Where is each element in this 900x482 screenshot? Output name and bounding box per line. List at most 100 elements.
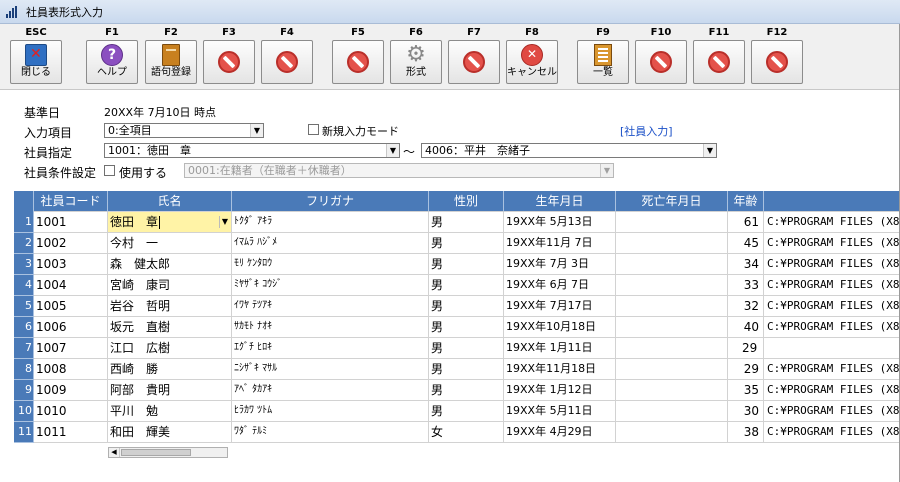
cell-birth[interactable]: 19XX年11月18日 [504,359,616,380]
column-header-kana[interactable]: フリガナ [232,191,429,212]
row-number[interactable]: 9 [14,380,34,401]
row-number[interactable]: 10 [14,401,34,422]
use-condition-checkbox[interactable] [104,165,115,176]
cell-age[interactable]: 38 [728,422,764,443]
f12-button[interactable] [751,40,803,84]
cell-death[interactable] [616,422,728,443]
cell-sex[interactable]: 女 [429,422,504,443]
cell-death[interactable] [616,401,728,422]
cell-kana[interactable]: ｱﾍﾞ ﾀｶｱｷ [232,380,429,401]
cell-death[interactable] [616,275,728,296]
cell-birth[interactable]: 19XX年 7月17日 [504,296,616,317]
cell-birth[interactable]: 19XX年 4月29日 [504,422,616,443]
table-row[interactable]: 3 1003 森 健太郎 ﾓﾘ ｹﾝﾀﾛｳ 男 19XX年 7月 3日 34 C… [14,254,900,275]
cell-code[interactable]: 1002 [34,233,108,254]
cell-birth[interactable]: 19XX年 7月 3日 [504,254,616,275]
cell-path[interactable]: C:¥PROGRAM FILES (X86) [764,254,900,275]
dropdown-arrow-icon[interactable]: ▼ [219,216,230,228]
f10-button[interactable] [635,40,687,84]
cell-birth[interactable]: 19XX年 6月 7日 [504,275,616,296]
table-row[interactable]: 4 1004 宮崎 康司 ﾐﾔｻﾞｷ ｺｳｼﾞ 男 19XX年 6月 7日 33… [14,275,900,296]
cell-age[interactable]: 29 [728,338,764,359]
new-mode-checkbox[interactable] [308,124,319,135]
column-header-path[interactable] [764,191,900,212]
cell-kana[interactable]: ｻｶﾓﾄ ﾅｵｷ [232,317,429,338]
cell-kana[interactable]: ｴｸﾞﾁ ﾋﾛｷ [232,338,429,359]
cell-kana[interactable]: ﾋﾗｶﾜ ﾂﾄﾑ [232,401,429,422]
cell-age[interactable]: 35 [728,380,764,401]
cell-path[interactable]: C:¥PROGRAM FILES (X86) [764,233,900,254]
cell-sex[interactable]: 男 [429,380,504,401]
cell-sex[interactable]: 男 [429,401,504,422]
cell-code[interactable]: 1007 [34,338,108,359]
cell-name[interactable]: 宮崎 康司 [108,275,232,296]
f5-button[interactable] [332,40,384,84]
column-header-name[interactable]: 氏名 [108,191,232,212]
cell-code[interactable]: 1005 [34,296,108,317]
cell-kana[interactable]: ﾄｸﾀﾞ ｱｷﾗ [232,212,429,233]
cell-age[interactable]: 45 [728,233,764,254]
dropdown-arrow-icon[interactable]: ▼ [600,164,613,177]
cell-name-editor[interactable]: 徳田 章 ▼ [108,212,232,233]
input-item-select[interactable]: 0:全項目 ▼ [104,123,264,138]
help-button[interactable]: ? ヘルプ [86,40,138,84]
cell-death[interactable] [616,233,728,254]
cell-name[interactable]: 坂元 直樹 [108,317,232,338]
cell-name[interactable]: 和田 輝美 [108,422,232,443]
cell-path[interactable]: C:¥PROGRAM FILES (X86) [764,359,900,380]
scroll-left-icon[interactable]: ◀ [109,448,120,457]
cell-code[interactable]: 1011 [34,422,108,443]
cell-path[interactable]: C:¥PROGRAM FILES (X86) [764,275,900,296]
cell-sex[interactable]: 男 [429,296,504,317]
dropdown-arrow-icon[interactable]: ▼ [386,144,399,157]
f3-button[interactable] [203,40,255,84]
f7-button[interactable] [448,40,500,84]
cell-name[interactable]: 森 健太郎 [108,254,232,275]
cell-kana[interactable]: ﾆｼｻﾞｷ ﾏｻﾙ [232,359,429,380]
column-header-death[interactable]: 死亡年月日 [616,191,728,212]
row-number[interactable]: 7 [14,338,34,359]
scrollbar-thumb[interactable] [121,449,191,456]
row-number[interactable]: 11 [14,422,34,443]
employee-input-link[interactable]: [社員入力] [620,123,673,139]
cell-age[interactable]: 34 [728,254,764,275]
cell-death[interactable] [616,380,728,401]
cancel-button[interactable]: キャンセル [506,40,558,84]
condition-select[interactable]: 0001:在籍者（在職者＋休職者） ▼ [184,163,614,178]
horizontal-scrollbar[interactable]: ◀ [108,447,228,458]
cell-birth[interactable]: 19XX年 1月11日 [504,338,616,359]
cell-age[interactable]: 30 [728,401,764,422]
cell-death[interactable] [616,317,728,338]
cell-kana[interactable]: ｲﾏﾑﾗ ﾊｼﾞﾒ [232,233,429,254]
cell-path[interactable]: C:¥PROGRAM FILES (X86) [764,296,900,317]
cell-kana[interactable]: ﾜﾀﾞ ﾃﾙﾐ [232,422,429,443]
f4-button[interactable] [261,40,313,84]
format-button[interactable]: ⚙ 形式 [390,40,442,84]
cell-kana[interactable]: ｲﾜﾔ ﾃﾂｱｷ [232,296,429,317]
cell-code[interactable]: 1004 [34,275,108,296]
cell-name[interactable]: 阿部 貴明 [108,380,232,401]
employee-from-select[interactable]: 1001：徳田 章 ▼ [104,143,400,158]
dropdown-arrow-icon[interactable]: ▼ [250,124,263,137]
row-number[interactable]: 1 [14,212,34,233]
column-header-sex[interactable]: 性別 [429,191,504,212]
cell-code[interactable]: 1001 [34,212,108,233]
cell-sex[interactable]: 男 [429,338,504,359]
cell-path[interactable] [764,338,900,359]
cell-sex[interactable]: 男 [429,359,504,380]
table-row[interactable]: 2 1002 今村 一 ｲﾏﾑﾗ ﾊｼﾞﾒ 男 19XX年11月 7日 45 C… [14,233,900,254]
cell-birth[interactable]: 19XX年10月18日 [504,317,616,338]
cell-name[interactable]: 岩谷 哲明 [108,296,232,317]
dropdown-arrow-icon[interactable]: ▼ [703,144,716,157]
cell-age[interactable]: 33 [728,275,764,296]
cell-sex[interactable]: 男 [429,254,504,275]
row-number[interactable]: 6 [14,317,34,338]
column-header-code[interactable]: 社員コード [34,191,108,212]
row-number[interactable]: 5 [14,296,34,317]
list-button[interactable]: 一覧 [577,40,629,84]
cell-name[interactable]: 平川 勉 [108,401,232,422]
row-number[interactable]: 2 [14,233,34,254]
cell-death[interactable] [616,338,728,359]
table-row[interactable]: 7 1007 江口 広樹 ｴｸﾞﾁ ﾋﾛｷ 男 19XX年 1月11日 29 [14,338,900,359]
phrase-register-button[interactable]: 語句登録 [145,40,197,84]
